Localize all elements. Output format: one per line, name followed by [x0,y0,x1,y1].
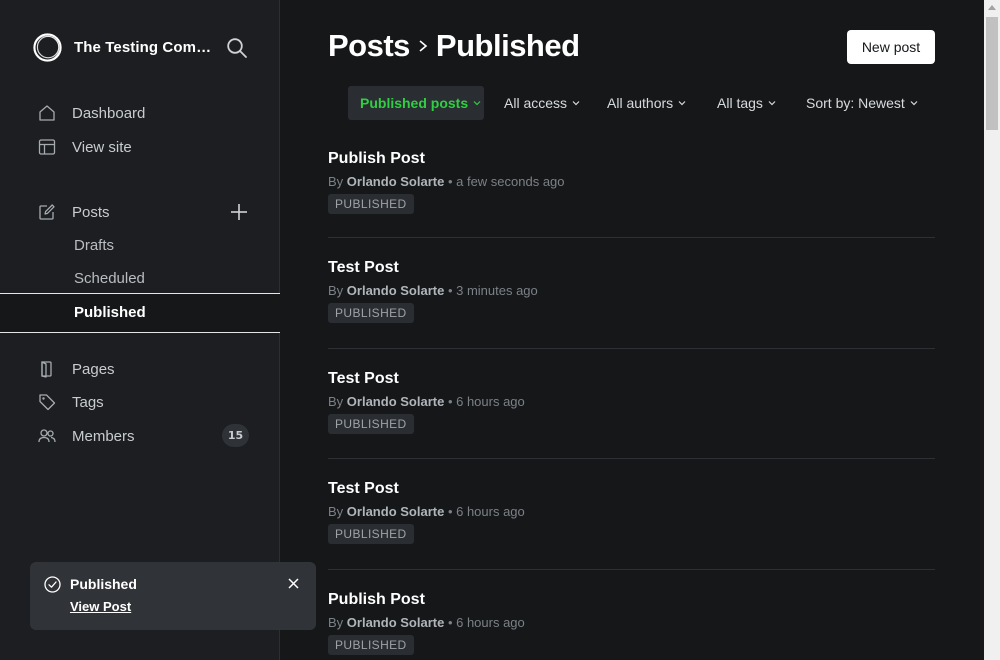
post-time: 6 hours ago [456,394,525,409]
new-post-button[interactable]: New post [847,30,935,64]
sidebar-item-published[interactable]: Published [0,293,280,333]
list-item[interactable]: Test Post By Orlando Solarte • 6 hours a… [328,480,935,544]
check-circle-icon [44,576,61,593]
chevron-right-icon [419,40,428,52]
post-meta: By Orlando Solarte • 6 hours ago [328,615,525,630]
list-item[interactable]: Publish Post By Orlando Solarte • 6 hour… [328,591,935,655]
list-item[interactable]: Test Post By Orlando Solarte • 6 hours a… [328,370,935,434]
house-icon [39,105,55,121]
post-title: Test Post [328,480,399,497]
sidebar-item-scheduled[interactable]: Scheduled [74,270,145,287]
status-badge: PUBLISHED [328,635,414,655]
site-logo-icon [33,33,62,62]
nav-tags[interactable]: Tags [38,390,104,414]
nav-posts-label: Posts [72,203,110,221]
site-brand[interactable]: The Testing Community [32,32,212,63]
chevron-down-icon [910,101,918,106]
divider [328,348,935,349]
sidebar: The Testing Community Dashboard View sit… [0,0,280,660]
nav-pages-label: Pages [72,360,115,378]
filter-authors-label: All authors [607,95,674,111]
post-title: Publish Post [328,591,425,608]
post-by: By [328,394,344,409]
post-meta: By Orlando Solarte • 6 hours ago [328,504,525,519]
list-item[interactable]: Test Post By Orlando Solarte • 3 minutes… [328,259,935,323]
post-meta: By Orlando Solarte • 6 hours ago [328,394,525,409]
nav-view-site[interactable]: View site [38,135,132,159]
status-badge: PUBLISHED [328,524,414,544]
sidebar-item-drafts[interactable]: Drafts [74,237,114,254]
breadcrumb-posts[interactable]: Posts [328,28,410,64]
post-title: Test Post [328,259,399,276]
members-icon [38,429,56,443]
sort-dropdown[interactable]: Sort by: Newest [806,86,918,120]
layout-icon [38,139,56,155]
nav-members[interactable]: Members [38,424,135,448]
view-post-link[interactable]: View Post [70,599,131,614]
post-time: 3 minutes ago [456,283,538,298]
tag-icon [39,394,56,411]
pencil-square-icon [39,204,55,220]
scrollbar-thumb[interactable] [986,17,998,130]
status-badge: PUBLISHED [328,194,414,214]
nav-view-site-label: View site [72,138,132,156]
status-badge: PUBLISHED [328,414,414,434]
divider [328,458,935,459]
scrollbar[interactable] [984,0,1000,660]
close-icon[interactable] [288,578,299,589]
post-by: By [328,283,344,298]
filter-authors-dropdown[interactable]: All authors [607,86,686,120]
sort-label: Sort by: Newest [806,95,905,111]
filter-access-dropdown[interactable]: All access [504,86,580,120]
breadcrumb: Posts Published [328,28,580,64]
nav-pages[interactable]: Pages [38,357,115,381]
post-author: Orlando Solarte [346,283,445,298]
filter-type-label: Published posts [360,95,469,111]
search-icon[interactable] [226,37,248,59]
post-title: Publish Post [328,150,425,167]
chevron-down-icon [678,101,686,106]
filter-tags-label: All tags [717,95,763,111]
page-title: Published [435,28,580,63]
post-time: a few seconds ago [456,174,565,189]
post-time: 6 hours ago [456,615,525,630]
post-by: By [328,504,344,519]
toast-title: Published [70,576,137,592]
add-post-plus-icon[interactable] [229,202,249,222]
post-by: By [328,174,344,189]
list-item[interactable]: Publish Post By Orlando Solarte • a few … [328,150,935,214]
post-author: Orlando Solarte [346,615,445,630]
published-toast: Published View Post [30,562,316,630]
post-by: By [328,615,344,630]
post-meta: By Orlando Solarte • 3 minutes ago [328,283,538,298]
post-title: Test Post [328,370,399,387]
filter-type-dropdown[interactable]: Published posts [348,86,484,120]
post-author: Orlando Solarte [346,504,445,519]
post-author: Orlando Solarte [346,174,445,189]
filter-access-label: All access [504,95,568,111]
post-author: Orlando Solarte [346,394,445,409]
nav-posts[interactable]: Posts [38,200,110,224]
members-count-badge: 15 [222,424,249,447]
nav-members-label: Members [72,427,135,445]
page-icon [41,361,52,378]
site-name: The Testing Community [74,39,212,56]
chevron-down-icon [572,101,580,106]
scroll-up-arrow-icon[interactable] [988,5,996,10]
nav-tags-label: Tags [72,393,104,411]
chevron-down-icon [473,101,481,106]
nav-dashboard[interactable]: Dashboard [38,101,145,125]
divider [328,237,935,238]
nav-dashboard-label: Dashboard [72,104,146,122]
divider [328,569,935,570]
chevron-down-icon [768,101,776,106]
post-meta: By Orlando Solarte • a few seconds ago [328,174,565,189]
filter-tags-dropdown[interactable]: All tags [717,86,776,120]
status-badge: PUBLISHED [328,303,414,323]
post-time: 6 hours ago [456,504,525,519]
sidebar-item-published-label: Published [74,304,146,321]
